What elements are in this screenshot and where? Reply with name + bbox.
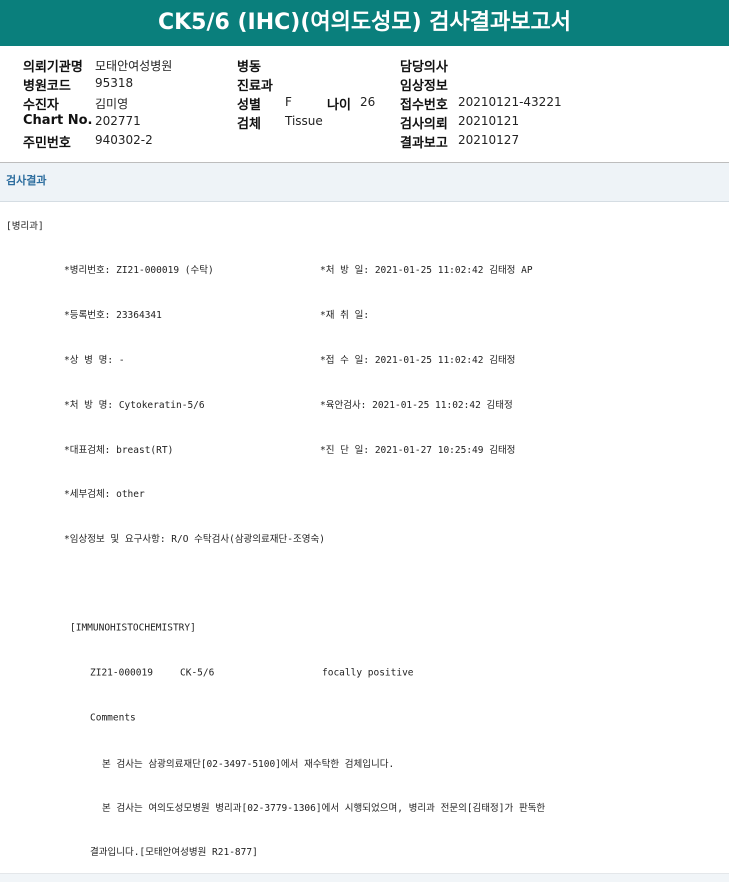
hospital-code-value: 95318 <box>95 76 134 90</box>
accession-value: 20210121-43221 <box>458 95 562 109</box>
report-date-label: 결과보고 <box>400 136 448 151</box>
doctor-label: 담당의사 <box>400 60 448 75</box>
result-row: *대표검체: breast(RT) *진 단 일: 2021-01-27 10:… <box>0 426 729 472</box>
results-panel: 검사결과 [병리과] *병리번호: ZI21-000019 (수탁) *처 방 … <box>0 163 729 882</box>
comment-line: 본 검사는 삼광의료재단[02-3497-5100]에서 재수탁한 검체입니다. <box>102 758 395 770</box>
chart-no-label: Chart No. <box>23 113 93 128</box>
comment-row: 결과입니다.[모태안여성병원 R21-877] <box>0 829 729 874</box>
rrn-label: 주민번호 <box>23 136 71 151</box>
ihc-result: focally positive <box>322 667 414 678</box>
comments-label: Comments <box>90 712 136 723</box>
request-date-label: 검사의뢰 <box>400 117 448 132</box>
result-right: *처 방 일: 2021-01-25 11:02:42 김태정 AP <box>320 265 533 276</box>
accession-label: 접수번호 <box>400 98 448 113</box>
result-left: *대표검체: breast(RT) <box>64 444 174 456</box>
ihc-pathology-no: ZI21-000019 <box>90 667 153 678</box>
blank-row <box>0 560 729 606</box>
report-title: CK5/6 (IHC)(여의도성모) 검사결과보고서 <box>0 0 729 46</box>
specimen-value: Tissue <box>285 114 323 128</box>
ward-label: 병동 <box>237 60 261 75</box>
results-section-title: 검사결과 <box>6 174 47 187</box>
age-label: 나이 <box>327 98 351 113</box>
comments-row: Comments <box>0 695 729 741</box>
comment-line: 본 검사는 여의도성모병원 병리과[02-3779-1306]에서 시행되었으며… <box>102 803 546 814</box>
sex-label: 성별 <box>237 98 261 113</box>
result-right: *접 수 일: 2021-01-25 11:02:42 김태정 <box>320 354 516 366</box>
age-value: 26 <box>360 95 376 109</box>
hospital-code-label: 병원코드 <box>23 79 71 94</box>
report-date-value: 20210127 <box>458 133 520 147</box>
result-row: *등록번호: 23364341 *재 취 일: <box>0 291 729 337</box>
result-right: *진 단 일: 2021-01-27 10:25:49 김태정 <box>320 444 516 456</box>
institution-label: 의뢰기관명 <box>23 60 83 75</box>
results-section-header: 검사결과 <box>0 163 729 202</box>
request-date-value: 20210121 <box>458 114 520 128</box>
result-row: *임상정보 및 요구사항: R/O 수탁검사(삼광의료재단-조영숙) <box>0 515 729 561</box>
patient-info-panel: 의뢰기관명 모태안여성병원 병원코드 95318 수진자 김미영 Chart N… <box>0 46 729 163</box>
chart-no-value: 202771 <box>95 114 141 128</box>
result-left: *세부검체: other <box>64 489 145 500</box>
result-left: *병리번호: ZI21-000019 (수탁) <box>64 265 214 276</box>
rrn-value: 940302-2 <box>95 133 153 147</box>
ihc-header-row: [IMMUNOHISTOCHEMISTRY] <box>0 605 729 651</box>
dept-row: [병리과] <box>0 202 729 248</box>
institution-value: 모태안여성병원 <box>95 59 173 73</box>
ihc-result-row: ZI21-000019 CK-5/6 focally positive <box>0 650 729 696</box>
result-row: *세부검체: other <box>0 471 729 516</box>
dept-label: 진료과 <box>237 79 273 94</box>
result-right: *재 취 일: <box>320 309 370 321</box>
result-right: *육안검사: 2021-01-25 11:02:42 김태정 <box>320 399 513 411</box>
ihc-header: [IMMUNOHISTOCHEMISTRY] <box>70 622 196 633</box>
ihc-marker: CK-5/6 <box>180 667 215 678</box>
result-row: *병리번호: ZI21-000019 (수탁) *처 방 일: 2021-01-… <box>0 247 729 292</box>
clinical-info-label: 임상정보 <box>400 79 448 94</box>
comment-line: 결과입니다.[모태안여성병원 R21-877] <box>90 847 258 858</box>
comment-row: 본 검사는 여의도성모병원 병리과[02-3779-1306]에서 시행되었으며… <box>0 785 729 830</box>
dept-line: [병리과] <box>6 220 44 232</box>
patient-value: 김미영 <box>95 97 129 111</box>
result-left: *임상정보 및 요구사항: R/O 수탁검사(삼광의료재단-조영숙) <box>64 533 325 545</box>
result-row: *처 방 명: Cytokeratin-5/6 *육안검사: 2021-01-2… <box>0 381 729 427</box>
result-left: *상 병 명: - <box>64 354 125 366</box>
patient-label: 수진자 <box>23 98 59 113</box>
result-left: *등록번호: 23364341 <box>64 309 162 321</box>
specimen-label: 검체 <box>237 117 261 132</box>
comment-row: 본 검사는 삼광의료재단[02-3497-5100]에서 재수탁한 검체입니다. <box>0 740 729 786</box>
result-left: *처 방 명: Cytokeratin-5/6 <box>64 399 205 411</box>
result-row: *상 병 명: - *접 수 일: 2021-01-25 11:02:42 김태… <box>0 336 729 382</box>
sex-value: F <box>285 95 292 109</box>
